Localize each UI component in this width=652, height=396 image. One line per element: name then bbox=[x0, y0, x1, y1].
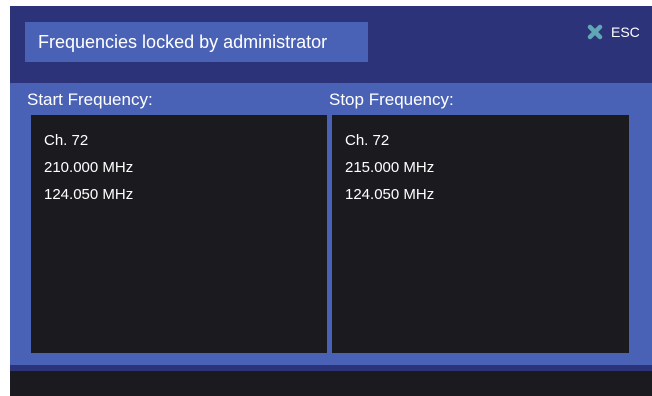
close-x-icon bbox=[586, 23, 604, 41]
list-item[interactable]: 215.000 MHz bbox=[345, 154, 629, 181]
stop-frequency-list[interactable]: Ch. 72 215.000 MHz 124.050 MHz bbox=[332, 115, 629, 353]
frequency-panel: Start Frequency: Stop Frequency: Ch. 72 … bbox=[10, 83, 652, 365]
list-item[interactable]: 210.000 MHz bbox=[44, 154, 327, 181]
start-frequency-label: Start Frequency: bbox=[27, 90, 153, 109]
list-item[interactable]: Ch. 72 bbox=[345, 127, 629, 154]
esc-button[interactable]: ESC bbox=[586, 22, 640, 42]
locked-message-banner: Frequencies locked by administrator bbox=[25, 22, 368, 62]
page-title: Frequencies locked by administrator bbox=[38, 32, 328, 52]
stop-frequency-label: Stop Frequency: bbox=[329, 90, 454, 109]
list-item[interactable]: Ch. 72 bbox=[44, 127, 327, 154]
esc-label: ESC bbox=[611, 24, 640, 40]
list-item[interactable]: 124.050 MHz bbox=[345, 181, 629, 208]
start-frequency-list[interactable]: Ch. 72 210.000 MHz 124.050 MHz bbox=[31, 115, 327, 353]
list-item[interactable]: 124.050 MHz bbox=[44, 181, 327, 208]
bottom-bar bbox=[10, 371, 652, 396]
frequency-lock-screen: Frequencies locked by administrator ESC … bbox=[10, 6, 652, 396]
